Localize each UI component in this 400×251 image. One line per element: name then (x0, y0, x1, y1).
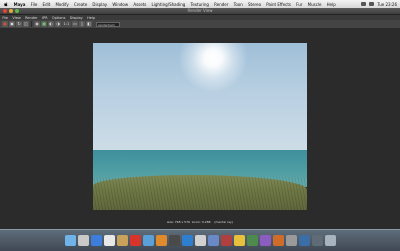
luminance-icon[interactable]: ◑ (55, 21, 61, 27)
keep-image-icon[interactable]: ▭ (72, 21, 78, 27)
render-toolbar: ● ▣ ↻ ◫ ◉ ■ ◐ ◑ 1:1 ▭ ▯ ◧ renderCam (0, 20, 400, 29)
itunes-icon[interactable] (142, 235, 154, 246)
menu-texturing[interactable]: Texturing (188, 2, 212, 7)
menu-file[interactable]: File (28, 2, 40, 7)
rendered-image[interactable] (93, 43, 307, 210)
aftereffects-icon[interactable] (259, 235, 271, 246)
render-info-line1: size: 768 x 576 zoom: 0.288 (mental ray) (166, 220, 234, 224)
window-title: Render View (187, 8, 213, 13)
region-render-icon[interactable]: ◫ (23, 21, 29, 27)
rv-menu-help[interactable]: Help (85, 16, 97, 20)
photoshop-icon[interactable] (220, 235, 232, 246)
ipr-render-icon[interactable]: ▣ (9, 21, 15, 27)
battery-icon[interactable] (369, 2, 375, 6)
dashboard-icon[interactable] (77, 235, 89, 246)
refresh-icon[interactable]: ↻ (16, 21, 22, 27)
preview-icon[interactable] (194, 235, 206, 246)
separator (31, 21, 32, 27)
menu-display[interactable]: Display (90, 2, 110, 7)
menu-help[interactable]: Help (324, 2, 338, 7)
trash-icon[interactable] (324, 235, 336, 246)
rv-menu-file[interactable]: File (0, 16, 10, 20)
downloads-icon[interactable] (298, 235, 310, 246)
mac-menu-bar: Maya File Edit Modify Create Display Win… (0, 0, 400, 8)
menu-clock[interactable]: Tue 23:26 (377, 2, 397, 7)
rgb-channel-icon[interactable]: ■ (41, 21, 47, 27)
mail-icon[interactable] (103, 235, 115, 246)
calendar-icon[interactable] (129, 235, 141, 246)
menu-lighting-shading[interactable]: Lighting/Shading (149, 2, 188, 7)
rv-menu-render[interactable]: Render (23, 16, 40, 20)
menu-app[interactable]: Maya (11, 2, 28, 7)
menu-assets[interactable]: Assets (131, 2, 149, 7)
rv-menu-display[interactable]: Display (68, 16, 85, 20)
menu-toon[interactable]: Toon (231, 2, 245, 7)
maya-icon[interactable] (181, 235, 193, 246)
rv-menu-options[interactable]: Options (50, 16, 68, 20)
address-book-icon[interactable] (116, 235, 128, 246)
menu-modify[interactable]: Modify (53, 2, 71, 7)
dock (0, 229, 400, 251)
documents-icon[interactable] (311, 235, 323, 246)
redo-render-icon[interactable]: ● (2, 21, 8, 27)
grass-hill (93, 174, 307, 210)
camera-select[interactable]: renderCam (96, 21, 120, 27)
photos-icon[interactable] (155, 235, 167, 246)
rv-menu-view[interactable]: View (10, 16, 23, 20)
menu-render[interactable]: Render (212, 2, 231, 7)
rv-menu-ipr[interactable]: IPR (40, 16, 50, 20)
menu-create[interactable]: Create (71, 2, 89, 7)
system-prefs-icon[interactable] (285, 235, 297, 246)
display-icon[interactable]: ◧ (86, 21, 92, 27)
wifi-icon[interactable] (361, 2, 367, 6)
alpha-channel-icon[interactable]: ◐ (48, 21, 54, 27)
snapshot-icon[interactable]: ◉ (34, 21, 40, 27)
menu-stereo[interactable]: Stereo (245, 2, 263, 7)
menu-muscle[interactable]: Muscle (305, 2, 324, 7)
menu-edit[interactable]: Edit (40, 2, 53, 7)
safari-icon[interactable] (90, 235, 102, 246)
menu-paint-effects[interactable]: Paint Effects (264, 2, 294, 7)
remove-image-icon[interactable]: ▯ (79, 21, 85, 27)
notes-icon[interactable] (233, 235, 245, 246)
facetime-icon[interactable] (246, 235, 258, 246)
window-title-bar: Render View (0, 8, 400, 15)
illustrator-icon[interactable] (272, 235, 284, 246)
apple-icon[interactable] (4, 1, 8, 7)
finder-icon[interactable] (64, 235, 76, 246)
menu-window[interactable]: Window (110, 2, 131, 7)
ratio-button[interactable]: 1:1 (62, 21, 71, 27)
app-store-icon[interactable] (207, 235, 219, 246)
menu-fur[interactable]: Fur (294, 2, 305, 7)
terminal-icon[interactable] (168, 235, 180, 246)
